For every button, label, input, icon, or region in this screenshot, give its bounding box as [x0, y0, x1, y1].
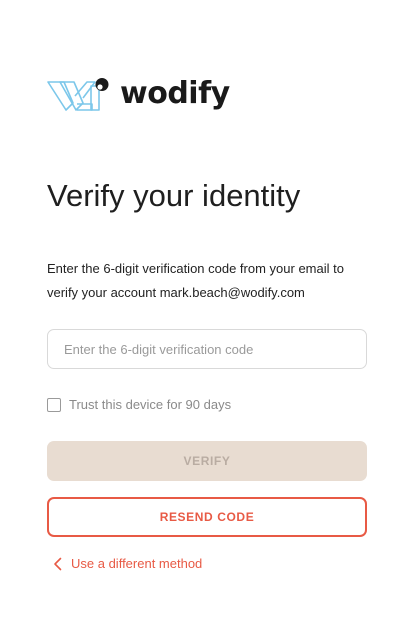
- wodify-logo-icon: [47, 78, 109, 111]
- trust-device-checkbox[interactable]: [47, 398, 61, 412]
- trust-device-label: Trust this device for 90 days: [69, 397, 232, 412]
- page-title: Verify your identity: [47, 178, 301, 213]
- chevron-left-icon: [54, 557, 62, 571]
- trust-device-option[interactable]: Trust this device for 90 days: [47, 396, 231, 414]
- use-different-method-label: Use a different method: [71, 556, 203, 571]
- brand-name: wodify: [120, 76, 230, 111]
- instructions-text: Enter the 6-digit verification code from…: [47, 261, 344, 300]
- verify-button[interactable]: VERIFY: [47, 441, 367, 481]
- verification-code-input[interactable]: [47, 329, 367, 369]
- resend-code-button[interactable]: RESEND CODE: [47, 497, 367, 537]
- brand-logo: wodify: [47, 76, 230, 112]
- use-different-method-link[interactable]: Use a different method: [53, 555, 202, 573]
